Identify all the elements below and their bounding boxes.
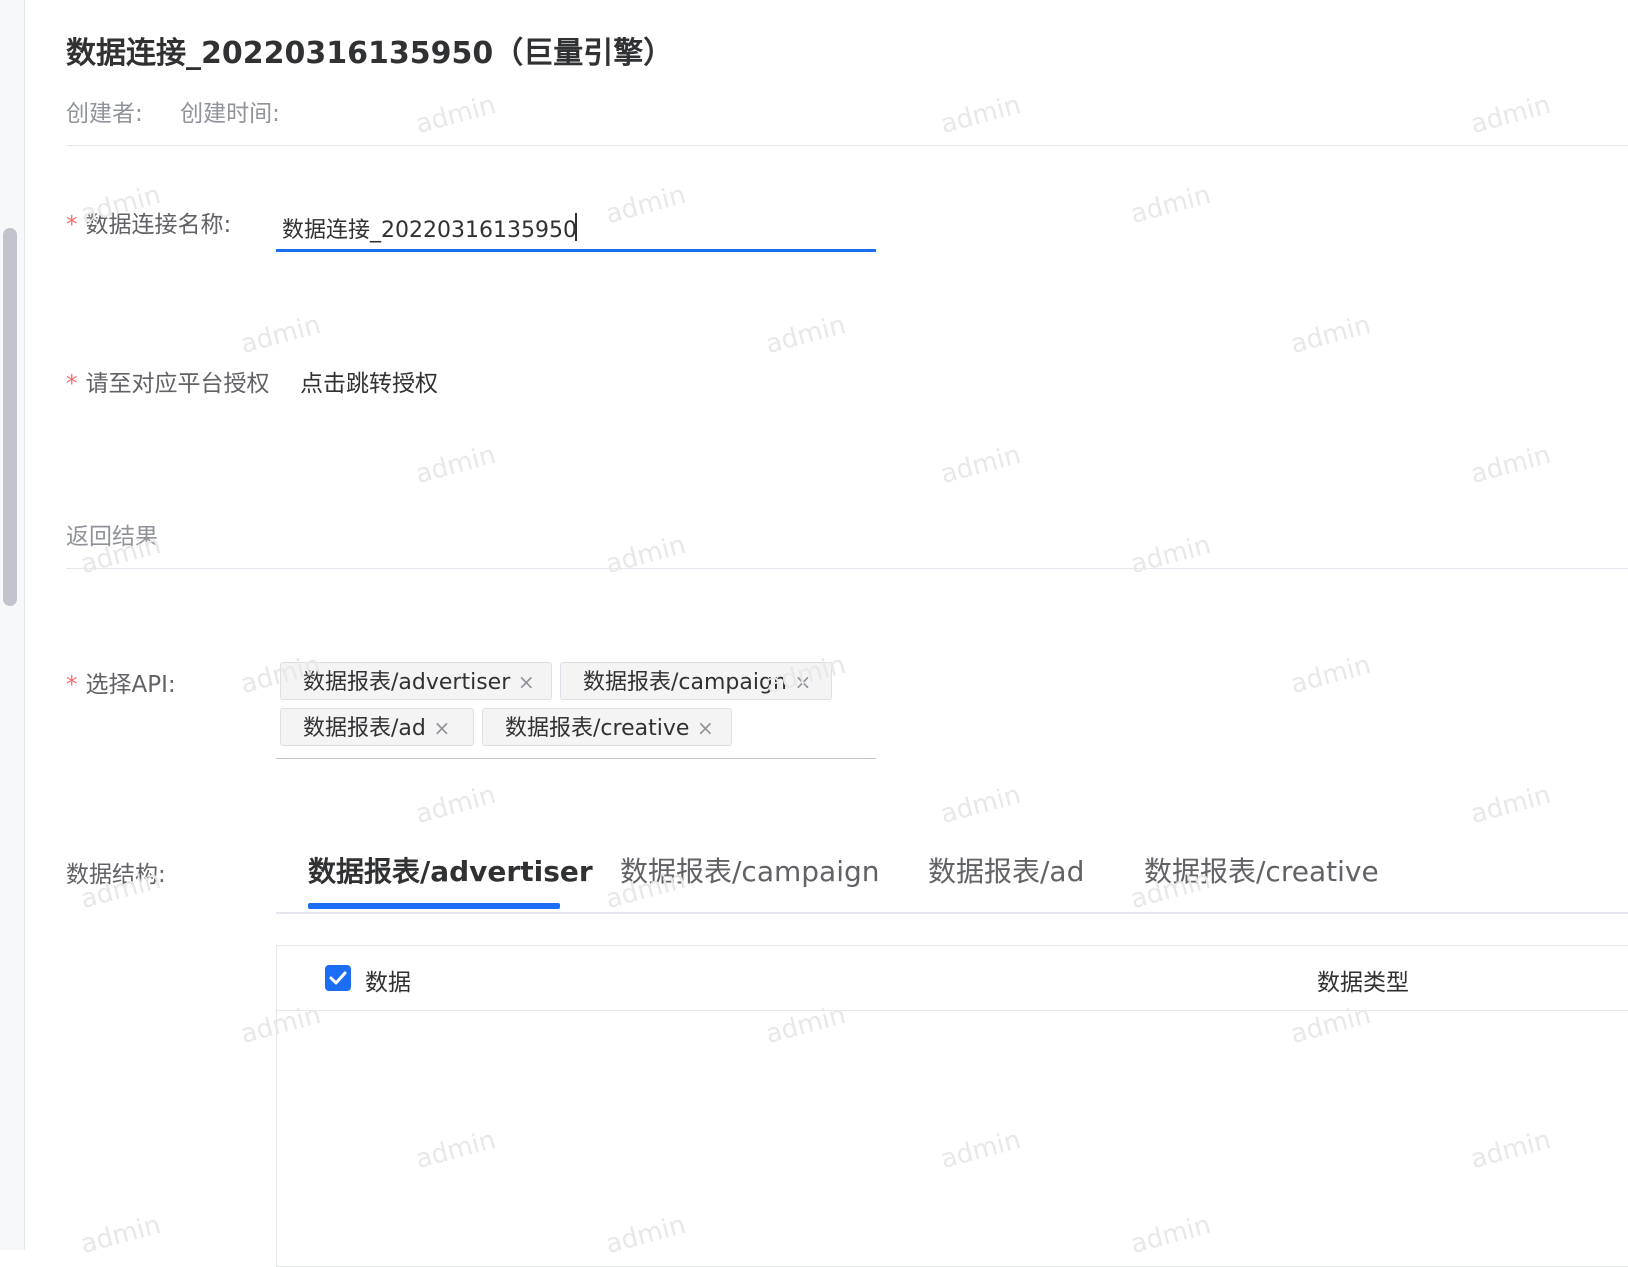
close-icon[interactable]: × bbox=[689, 709, 721, 747]
watermark-text: admin bbox=[412, 439, 499, 491]
close-icon[interactable]: × bbox=[426, 709, 458, 747]
result-divider bbox=[66, 568, 1628, 569]
page-title: 数据连接_20220316135950（巨量引擎） bbox=[66, 36, 674, 71]
meta-info: 创建者: 创建时间: bbox=[66, 94, 310, 128]
return-result-label: 返回结果 bbox=[66, 524, 158, 550]
watermark-text: admin bbox=[762, 309, 849, 361]
connection-name-label: * 数据连接名称: bbox=[66, 212, 232, 238]
watermark-text: admin bbox=[602, 529, 689, 581]
required-mark: * bbox=[66, 371, 78, 397]
structure-tabs: 数据报表/advertiser 数据报表/campaign 数据报表/ad 数据… bbox=[276, 840, 1628, 914]
required-mark: * bbox=[66, 212, 78, 238]
scrollbar-thumb[interactable] bbox=[3, 228, 17, 606]
column-header-data-type: 数据类型 bbox=[1317, 970, 1409, 996]
data-structure-table: 数据 数据类型 bbox=[276, 945, 1628, 1267]
api-tag-advertiser: 数据报表/advertiser × bbox=[280, 662, 552, 700]
watermark-text: admin bbox=[1467, 779, 1554, 831]
close-icon[interactable]: × bbox=[787, 663, 819, 701]
data-structure-label: 数据结构: bbox=[66, 862, 166, 888]
watermark-text: admin bbox=[1467, 89, 1554, 141]
watermark-text: admin bbox=[412, 89, 499, 141]
watermark-text: admin bbox=[1287, 309, 1374, 361]
auth-label: * 请至对应平台授权 bbox=[66, 371, 270, 397]
watermark-text: admin bbox=[937, 779, 1024, 831]
tab-campaign[interactable]: 数据报表/campaign bbox=[620, 850, 880, 890]
watermark-text: admin bbox=[1127, 529, 1214, 581]
watermark-text: admin bbox=[237, 309, 324, 361]
watermark-text: admin bbox=[1127, 179, 1214, 231]
watermark-text: admin bbox=[937, 439, 1024, 491]
api-tag-creative: 数据报表/creative × bbox=[482, 708, 732, 746]
api-tag-campaign: 数据报表/campaign × bbox=[560, 662, 832, 700]
auth-redirect-link[interactable]: 点击跳转授权 bbox=[300, 364, 438, 398]
header-divider bbox=[66, 145, 1628, 146]
close-icon[interactable]: × bbox=[510, 663, 542, 701]
text-caret bbox=[575, 213, 577, 241]
api-multiselect[interactable]: 数据报表/advertiser × 数据报表/campaign × 数据报表/ad ×… bbox=[276, 662, 876, 759]
table-header: 数据 数据类型 bbox=[277, 946, 1628, 1011]
creator-label: 创建者: bbox=[66, 101, 143, 127]
active-tab-indicator bbox=[308, 903, 560, 909]
tab-ad[interactable]: 数据报表/ad bbox=[928, 850, 1084, 890]
watermark-text: admin bbox=[937, 89, 1024, 141]
left-rail bbox=[0, 0, 25, 1250]
select-all-checkbox[interactable] bbox=[325, 965, 351, 991]
watermark-text: admin bbox=[1467, 439, 1554, 491]
select-api-label: * 选择API: bbox=[66, 672, 176, 698]
column-header-data: 数据 bbox=[365, 970, 411, 996]
tab-advertiser[interactable]: 数据报表/advertiser bbox=[308, 850, 593, 890]
api-tag-ad: 数据报表/ad × bbox=[280, 708, 474, 746]
watermark-text: admin bbox=[77, 1209, 164, 1261]
tab-creative[interactable]: 数据报表/creative bbox=[1144, 850, 1379, 890]
watermark-text: admin bbox=[412, 779, 499, 831]
created-time-label: 创建时间: bbox=[180, 101, 280, 127]
watermark-text: admin bbox=[1287, 649, 1374, 701]
required-mark: * bbox=[66, 672, 78, 698]
check-icon bbox=[329, 971, 347, 985]
